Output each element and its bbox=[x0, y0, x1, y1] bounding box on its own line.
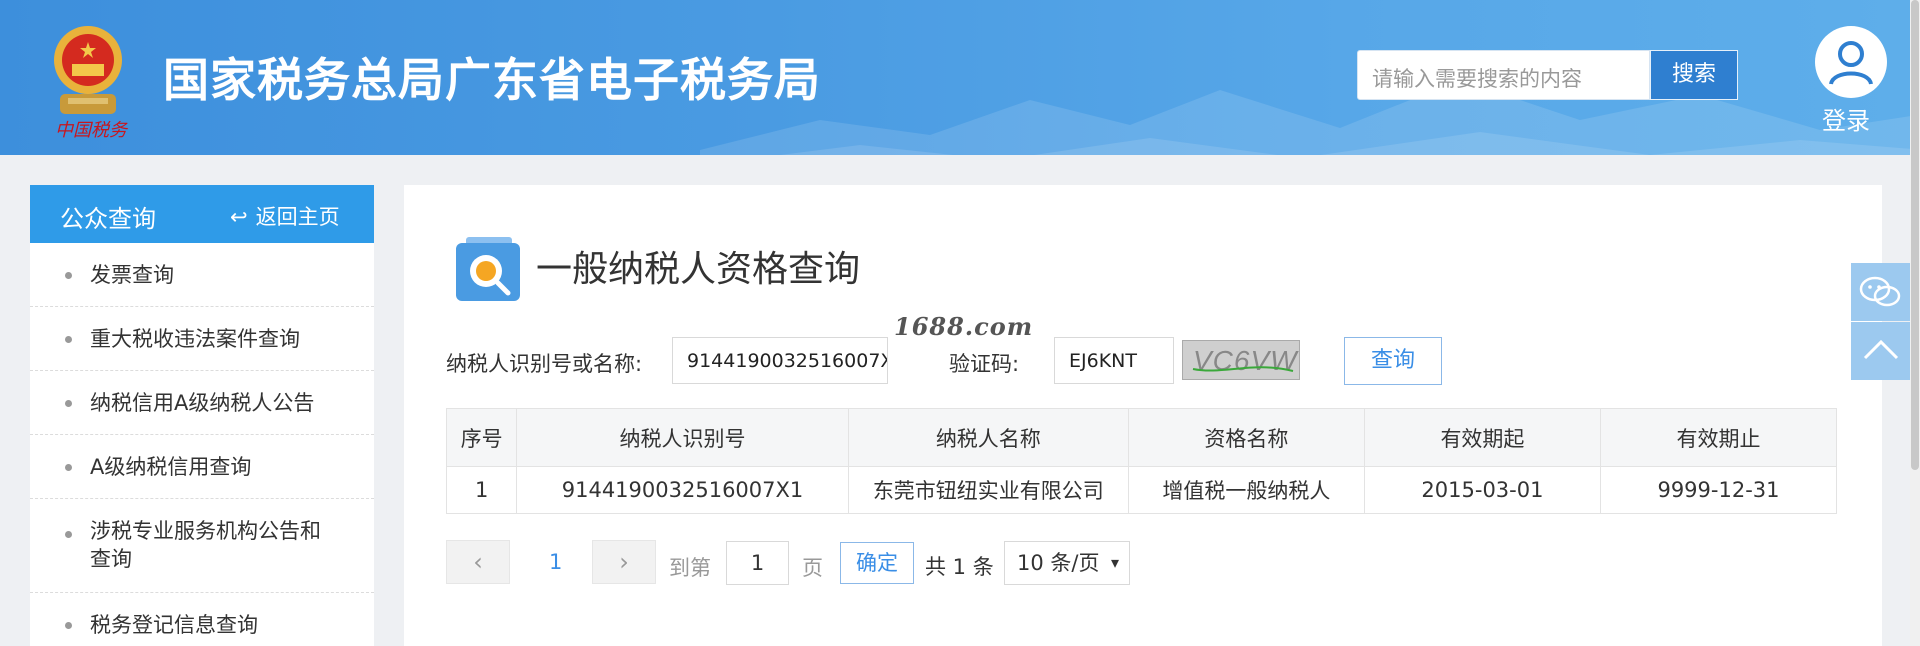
sidebar-item-a-level-credit-query[interactable]: A级纳税信用查询 bbox=[30, 435, 374, 499]
page-title: 一般纳税人资格查询 bbox=[536, 249, 861, 290]
table-row: 1 9144190032516007X1 东莞市钮纽实业有限公司 增值税一般纳税… bbox=[445, 466, 1838, 514]
sidebar-header: 公众查询 ↩ 返回主页 bbox=[30, 185, 374, 243]
wechat-icon bbox=[1859, 276, 1901, 307]
emblem-caption: 中国税务 bbox=[55, 120, 127, 141]
chevron-up-icon bbox=[1863, 339, 1899, 360]
back-home-label: 返回主页 bbox=[255, 205, 340, 229]
page-size-select[interactable]: 10 条/页 ▾ bbox=[1004, 541, 1130, 585]
back-to-top-button[interactable] bbox=[1851, 322, 1911, 380]
page-size-value: 10 条/页 bbox=[1017, 551, 1100, 575]
sidebar-item-tax-service-agencies[interactable]: 涉税专业服务机构公告和 查询 bbox=[30, 499, 374, 593]
sidebar-item-label: 纳税信用A级纳税人公告 bbox=[90, 391, 315, 415]
site-title: 国家税务总局广东省电子税务局 bbox=[163, 53, 821, 107]
table-cell: 1 bbox=[445, 466, 518, 514]
bullet-icon bbox=[65, 531, 72, 538]
sidebar-item-label: 重大税收违法案件查询 bbox=[90, 327, 300, 351]
column-header: 序号 bbox=[445, 408, 518, 467]
user-avatar-icon[interactable] bbox=[1815, 26, 1887, 98]
column-header: 纳税人识别号 bbox=[516, 408, 849, 467]
sidebar-item-a-level-announcement[interactable]: 纳税信用A级纳税人公告 bbox=[30, 371, 374, 435]
query-button[interactable]: 查询 bbox=[1344, 337, 1442, 385]
sidebar: 公众查询 ↩ 返回主页 发票查询 重大税收违法案件查询 纳税信用A级纳税人公告 A… bbox=[30, 185, 374, 646]
table-cell: 2015-03-01 bbox=[1363, 466, 1601, 514]
column-header: 资格名称 bbox=[1127, 408, 1365, 467]
sidebar-item-registration-query[interactable]: 税务登记信息查询 bbox=[30, 593, 374, 646]
column-header: 有效期止 bbox=[1599, 408, 1838, 467]
taxpayer-id-label: 纳税人识别号或名称: bbox=[446, 352, 643, 376]
goto-page-input[interactable]: 1 bbox=[726, 541, 789, 585]
search-document-icon bbox=[456, 237, 520, 301]
bullet-icon bbox=[65, 336, 72, 343]
table-header-row: 序号 纳税人识别号 纳税人名称 资格名称 有效期起 有效期止 bbox=[445, 408, 1838, 467]
main-panel: 一般纳税人资格查询 1688.com 纳税人识别号或名称: 9144190032… bbox=[404, 185, 1882, 646]
captcha-label: 验证码: bbox=[949, 352, 1020, 376]
return-arrow-icon: ↩ bbox=[230, 205, 248, 229]
goto-confirm-button[interactable]: 确定 bbox=[840, 542, 914, 584]
taxpayer-id-input[interactable]: 9144190032516007X1 bbox=[672, 337, 888, 384]
table-cell: 9999-12-31 bbox=[1599, 466, 1838, 514]
sidebar-item-label-line2: 查询 bbox=[90, 547, 132, 571]
sidebar-item-label: A级纳税信用查询 bbox=[90, 455, 252, 479]
sidebar-item-invoice-query[interactable]: 发票查询 bbox=[30, 243, 374, 307]
table-cell: 增值税一般纳税人 bbox=[1127, 466, 1365, 514]
column-header: 纳税人名称 bbox=[847, 408, 1129, 467]
sidebar-item-label: 税务登记信息查询 bbox=[90, 613, 258, 637]
table-cell: 9144190032516007X1 bbox=[516, 466, 849, 514]
bullet-icon bbox=[65, 464, 72, 471]
wechat-float-button[interactable] bbox=[1851, 263, 1911, 321]
sidebar-title: 公众查询 bbox=[60, 205, 156, 233]
search-input[interactable]: 请输入需要搜索的内容 bbox=[1357, 50, 1650, 100]
sidebar-item-label: 发票查询 bbox=[90, 263, 174, 287]
login-link[interactable]: 登录 bbox=[1822, 101, 1870, 136]
site-header: 中国税务 国家税务总局广东省电子税务局 请输入需要搜索的内容 搜索 登录 bbox=[0, 0, 1920, 155]
captcha-image[interactable]: VC6VWY bbox=[1182, 340, 1300, 380]
bullet-icon bbox=[65, 400, 72, 407]
prev-page-button[interactable]: ‹ bbox=[446, 540, 510, 584]
page-number[interactable]: 1 bbox=[549, 550, 562, 574]
chevron-down-icon: ▾ bbox=[1110, 553, 1119, 572]
bullet-icon bbox=[65, 272, 72, 279]
column-header: 有效期起 bbox=[1363, 408, 1601, 467]
total-count: 共 1 条 bbox=[925, 555, 994, 579]
result-table: 序号 纳税人识别号 纳税人名称 资格名称 有效期起 有效期止 1 9144190… bbox=[445, 408, 1838, 514]
search-button[interactable]: 搜索 bbox=[1650, 50, 1738, 100]
sidebar-item-label-line1: 涉税专业服务机构公告和 bbox=[90, 519, 321, 543]
page-unit-label: 页 bbox=[802, 556, 823, 580]
next-page-button[interactable]: › bbox=[592, 540, 656, 584]
bullet-icon bbox=[65, 622, 72, 629]
watermark: 1688.com bbox=[894, 312, 1034, 341]
scrollbar-thumb[interactable] bbox=[1911, 0, 1919, 470]
captcha-input[interactable]: EJ6KNT bbox=[1054, 337, 1174, 384]
back-home-link[interactable]: ↩ 返回主页 bbox=[230, 201, 340, 231]
sidebar-item-violation-cases[interactable]: 重大税收违法案件查询 bbox=[30, 307, 374, 371]
table-cell: 东莞市钮纽实业有限公司 bbox=[847, 466, 1129, 514]
goto-label: 到第 bbox=[669, 556, 711, 580]
